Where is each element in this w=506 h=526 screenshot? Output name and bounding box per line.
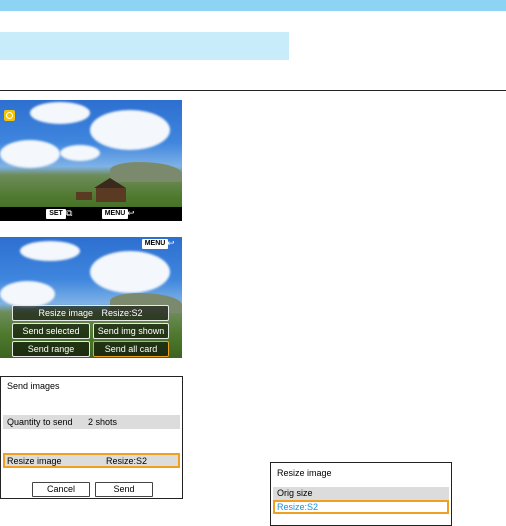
- return-arrow-icon: ↩: [127, 209, 135, 219]
- resize-s2-option: Resize:S2: [277, 502, 319, 512]
- dialog-title: Send images: [7, 381, 60, 391]
- menu-button[interactable]: MENU: [142, 239, 168, 249]
- header-bar: [0, 0, 506, 11]
- cancel-button[interactable]: Cancel: [32, 482, 90, 497]
- subheader-bar: [0, 32, 289, 60]
- camera-screen-send-options: MENU ↩ Resize image Resize:S2 Send selec…: [0, 237, 182, 358]
- resize-image-label: Resize image: [38, 308, 93, 318]
- globe-icon: [4, 110, 15, 121]
- send-img-shown-button[interactable]: Send img shown: [93, 323, 169, 339]
- resize-image-dialog: Resize image Orig size Resize:S2: [270, 462, 452, 526]
- photo-bottom-bar: [0, 207, 182, 221]
- menu-button[interactable]: MENU: [102, 209, 128, 219]
- send-selected-button[interactable]: Send selected: [12, 323, 90, 339]
- send-range-button[interactable]: Send range: [12, 341, 90, 357]
- return-arrow-icon: ↩: [167, 239, 175, 249]
- resize-dialog-title: Resize image: [277, 468, 332, 478]
- resize-value: Resize:S2: [106, 456, 148, 466]
- resize-image-value: Resize:S2: [101, 308, 143, 318]
- divider: [0, 90, 506, 91]
- playback-icon: ⧉: [66, 209, 73, 219]
- set-button[interactable]: SET: [46, 209, 66, 219]
- resize-label: Resize image: [7, 456, 62, 466]
- resize-image-option[interactable]: Resize image Resize:S2: [12, 305, 169, 321]
- orig-size-option: Orig size: [277, 488, 313, 498]
- send-images-dialog: Send images Quantity to send 2 shots Res…: [0, 376, 183, 499]
- quantity-value: 2 shots: [88, 417, 118, 427]
- send-all-card-button[interactable]: Send all card: [93, 341, 169, 357]
- quantity-label: Quantity to send: [7, 417, 73, 427]
- camera-screen-playback: SET ⧉ MENU ↩: [0, 100, 182, 221]
- send-button[interactable]: Send: [95, 482, 153, 497]
